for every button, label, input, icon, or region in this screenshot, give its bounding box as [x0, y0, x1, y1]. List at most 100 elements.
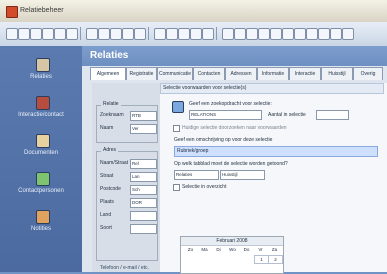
checkbox-label: Selectie in overzicht: [182, 184, 227, 190]
relatie-group: Relatie Zoeknaam RTB Naam Ver: [96, 101, 158, 143]
field-label: Postcode: [100, 186, 121, 192]
calendar-weekday: Za: [271, 247, 278, 252]
window-title-bar: Relatiebeheer: [0, 0, 387, 23]
phone-icon[interactable]: [270, 28, 282, 40]
calendar-day[interactable]: 2: [268, 255, 283, 264]
calendar-weekday: Wo: [229, 247, 236, 252]
open-icon[interactable]: [42, 28, 54, 40]
group-title: Adres: [101, 147, 119, 153]
calendar-weekday: Di: [216, 247, 221, 252]
section-header: Relaties: [82, 46, 387, 67]
window-title: Relatiebeheer: [20, 7, 64, 14]
land-input[interactable]: [130, 211, 157, 221]
calendar-day[interactable]: 1: [254, 255, 269, 264]
star-icon[interactable]: [306, 28, 318, 40]
sidebar-item-documenten[interactable]: Documenten: [0, 132, 82, 166]
sidebar: Relaties Interactie/contact Documenten C…: [0, 46, 83, 272]
field-label: Land: [100, 212, 112, 218]
calendar-weekday: Vr: [258, 247, 263, 252]
naam-input[interactable]: Ver: [130, 124, 157, 134]
category-input[interactable]: Rubriek/groep: [174, 146, 378, 157]
checkbox-label: Huidige selectie doorzoeken naar voorwaa…: [182, 125, 287, 131]
soort-input[interactable]: [130, 224, 157, 234]
chart-icon[interactable]: [234, 28, 246, 40]
result-input-2[interactable]: Huisstijl: [220, 170, 265, 180]
result-input[interactable]: Relaties: [174, 170, 219, 180]
calendar-weekday: Ma: [201, 247, 208, 252]
sidebar-item-notities[interactable]: Notities: [0, 208, 82, 242]
postcode-input[interactable]: Sch: [130, 185, 157, 195]
delete-icon[interactable]: [202, 28, 214, 40]
tab-adressen[interactable]: Adressen: [225, 67, 257, 80]
tab-contacten[interactable]: Contacten: [193, 67, 225, 80]
group-title: Relatie: [101, 101, 121, 107]
mail-icon[interactable]: [122, 28, 134, 40]
settings-icon[interactable]: [166, 28, 178, 40]
user-icon[interactable]: [110, 28, 122, 40]
sidebar-item-interactie[interactable]: Interactie/contact: [0, 94, 82, 128]
calendar-icon[interactable]: [134, 28, 146, 40]
tab-informatie[interactable]: Informatie: [257, 67, 289, 80]
page-title: Relaties: [90, 50, 129, 61]
sidebar-item-contactpersonen[interactable]: Contactpersonen: [0, 170, 82, 204]
tab-interactie[interactable]: Interactie: [289, 67, 321, 80]
tools-icon[interactable]: [318, 28, 330, 40]
overview-checkbox[interactable]: [173, 184, 180, 191]
exit-icon[interactable]: [342, 28, 354, 40]
field-label: Naam: [100, 125, 114, 131]
calendar-weekday: Do: [243, 247, 250, 252]
field-label: Plaats: [100, 199, 114, 205]
search-query-input[interactable]: RELATIONS: [189, 110, 262, 120]
sidebar-item-label: Notities: [30, 226, 51, 232]
tab-registratie[interactable]: Registratie: [126, 67, 157, 80]
export-icon[interactable]: [190, 28, 202, 40]
print-icon[interactable]: [66, 28, 78, 40]
straat-input[interactable]: Lan: [130, 172, 157, 182]
sidebar-item-label: Documenten: [23, 150, 59, 156]
info-icon[interactable]: [330, 28, 342, 40]
tab-communicatie[interactable]: Communicatie: [157, 67, 193, 80]
category-hint: Geef een omschrijving op voor deze selec…: [174, 137, 273, 143]
tab-huisstijl[interactable]: Huisstijl: [321, 67, 353, 80]
sidebar-item-relaties[interactable]: Relaties: [0, 56, 82, 90]
toolbar-separator: [148, 27, 149, 40]
result-hint: Op welk tabblad moet de selectie worden …: [174, 161, 288, 167]
save-icon[interactable]: [54, 28, 66, 40]
field-label: Straat: [100, 173, 114, 179]
aux-input[interactable]: [316, 110, 349, 120]
grid-icon[interactable]: [222, 28, 234, 40]
help-icon[interactable]: [178, 28, 190, 40]
naam-straat-input[interactable]: Rel: [130, 159, 157, 169]
forward-icon[interactable]: [18, 28, 30, 40]
toolbar-separator: [80, 27, 81, 40]
field-label: Naam/Straat: [100, 160, 129, 166]
aux-label: Aantal in selectie: [268, 112, 306, 118]
app-icon: [6, 6, 18, 18]
zoeknaam-input[interactable]: RTB: [130, 111, 157, 121]
filter-icon[interactable]: [98, 28, 110, 40]
back-icon[interactable]: [6, 28, 18, 40]
calendar-weekday: Zo: [187, 247, 194, 252]
link-icon[interactable]: [282, 28, 294, 40]
people-icon: [36, 172, 50, 186]
field-label: Soort: [100, 225, 112, 231]
relations-icon: [36, 58, 50, 72]
search-icon[interactable]: [86, 28, 98, 40]
contact-icon: [36, 96, 50, 110]
search-hint: Geef een zoekopdracht voor selectie:: [189, 101, 272, 107]
note-icon[interactable]: [246, 28, 258, 40]
attachment-icon[interactable]: [258, 28, 270, 40]
doorzoek-checkbox[interactable]: [173, 125, 180, 132]
selection-header: Selectie voorwaarden voor selectie(s): [160, 83, 384, 94]
calendar: Februari 2008 Zo Ma Di Wo Do Vr Za 1 2: [180, 236, 284, 274]
selection-icon: [172, 101, 184, 113]
sidebar-item-label: Contactpersonen: [18, 188, 64, 194]
lock-icon[interactable]: [294, 28, 306, 40]
plaats-input[interactable]: DOR: [130, 198, 157, 208]
new-icon[interactable]: [30, 28, 42, 40]
sidebar-item-label: Relaties: [30, 74, 52, 80]
refresh-icon[interactable]: [154, 28, 166, 40]
tab-algemeen[interactable]: Algemeen: [90, 67, 126, 80]
tab-overig[interactable]: Overig: [353, 67, 383, 80]
toolbar: [0, 22, 387, 47]
